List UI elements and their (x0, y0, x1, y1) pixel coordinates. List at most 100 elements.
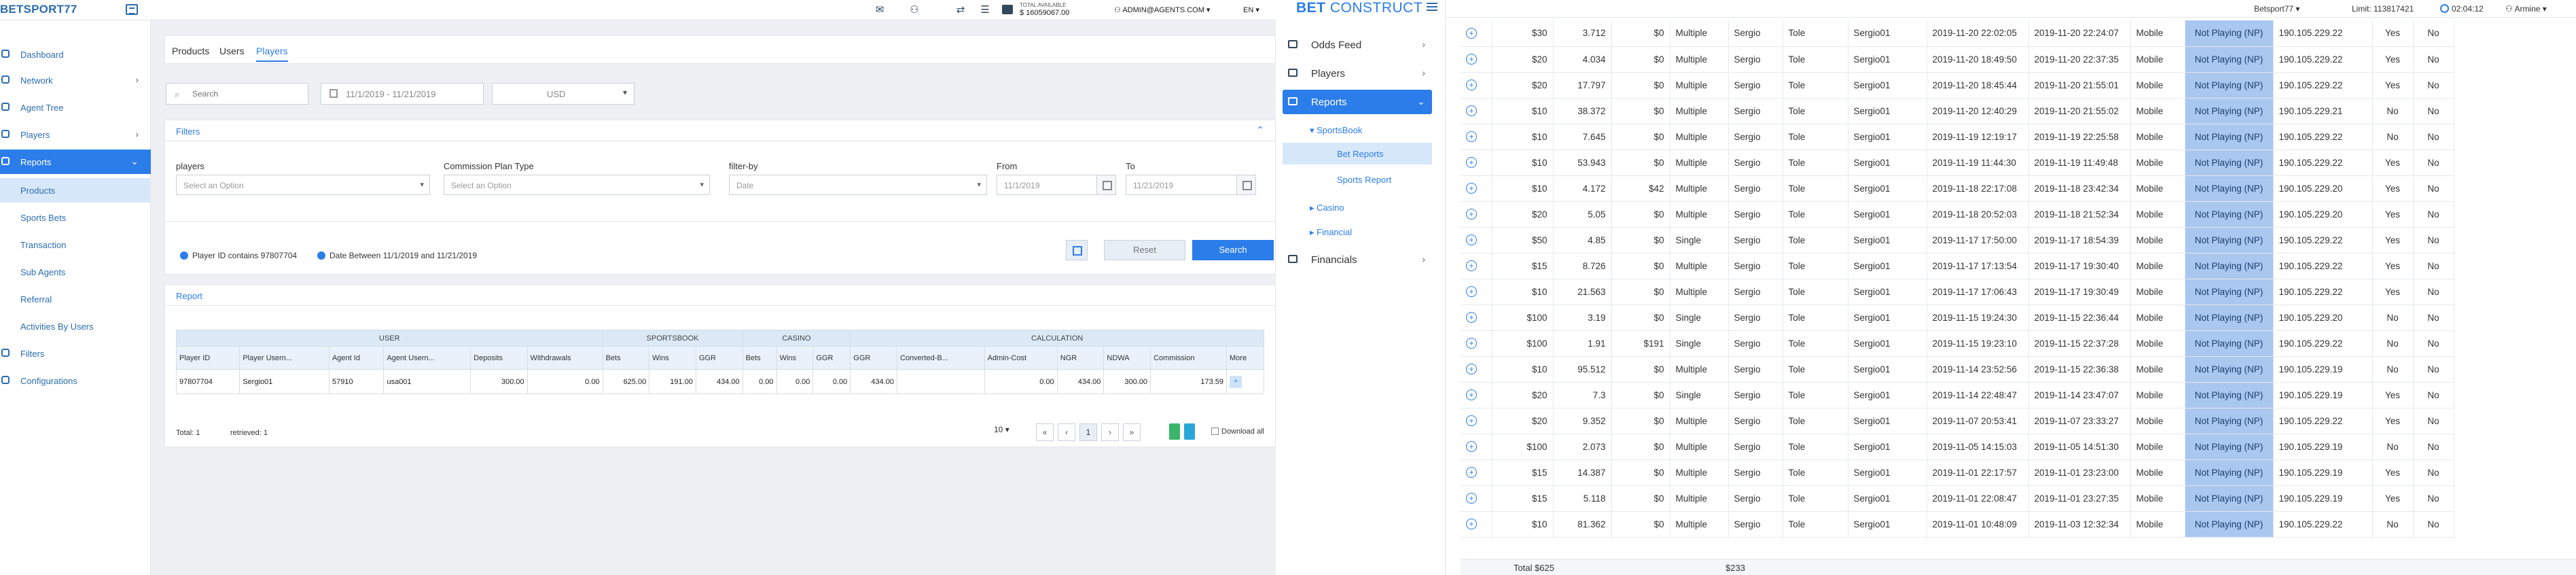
expand-row-icon[interactable]: + (1466, 493, 1477, 504)
bc-sub-sportsbook[interactable]: ▾ SportsBook (1310, 125, 1362, 136)
language-selector[interactable]: EN ▾ (1243, 5, 1259, 14)
expand-row-icon[interactable]: + (1466, 105, 1477, 116)
bc-sub-bet-reports[interactable]: Bet Reports (1283, 143, 1432, 164)
calendar-icon[interactable] (1096, 175, 1115, 194)
filterby-select[interactable]: Date ▾ (729, 175, 987, 195)
download-all-toggle[interactable]: Download all (1211, 428, 1264, 436)
table-row[interactable]: + $15 8.726 $0 Multiple Sergio Tole Sergio01 201… (1461, 253, 2454, 279)
sidebar-subitem-referral[interactable]: Referral (0, 287, 151, 311)
sidebar-subitem-transaction[interactable]: Transaction (0, 232, 151, 257)
tab-products[interactable]: Products (172, 46, 209, 56)
hamburger-icon[interactable] (1427, 3, 1437, 11)
transfer-icon[interactable]: ⇄ (954, 4, 967, 16)
sidebar-item-filters[interactable]: Filters (0, 341, 151, 366)
expand-row-icon[interactable]: + (1466, 441, 1477, 452)
table-row[interactable]: + $20 5.05 $0 Multiple Sergio Tole Sergio01 2019… (1461, 201, 2454, 228)
table-row[interactable]: + $15 14.387 $0 Multiple Sergio Tole Sergio01 20… (1461, 459, 2454, 486)
players-filter-select[interactable]: Select an Option ▾ (176, 175, 430, 195)
col-header[interactable]: Deposits (470, 346, 528, 370)
expand-row-icon[interactable]: + (1466, 234, 1477, 245)
reset-button[interactable]: Reset (1104, 240, 1185, 260)
search-input[interactable] (192, 88, 301, 100)
col-header[interactable]: Wins (776, 346, 814, 370)
to-date-field[interactable]: 11/21/2019 (1126, 175, 1256, 195)
col-header[interactable]: Withdrawals (526, 346, 603, 370)
expand-row-icon[interactable]: + (1466, 389, 1477, 400)
table-row[interactable]: + $20 4.034 $0 Multiple Sergio Tole Sergio01 201… (1461, 46, 2454, 73)
expand-row-icon[interactable]: + (1466, 260, 1477, 271)
col-header[interactable]: Bets (602, 346, 650, 370)
search-field[interactable]: ⌕ (166, 83, 308, 105)
bc-nav-financials[interactable]: Financials › (1283, 247, 1432, 272)
col-header[interactable]: Commission (1150, 346, 1227, 370)
expand-row-icon[interactable]: + (1466, 415, 1477, 426)
calendar-icon[interactable] (1236, 175, 1255, 194)
col-header[interactable]: NDWA (1103, 346, 1151, 370)
bc-sub-sports-report[interactable]: Sports Report (1283, 169, 1432, 190)
table-row[interactable]: + $100 3.19 $0 Single Sergio Tole Sergio01 2019-… (1461, 304, 2454, 331)
excel-export-icon[interactable] (1169, 423, 1180, 440)
expand-row-icon[interactable]: + (1466, 286, 1477, 297)
expand-row-icon[interactable]: + (1466, 183, 1477, 194)
col-header[interactable]: GGR (812, 346, 851, 370)
table-row[interactable]: + $10 81.362 $0 Multiple Sergio Tole Sergio01 20… (1461, 511, 2454, 538)
col-header[interactable]: Admin-Cost (984, 346, 1058, 370)
sidebar-item-configurations[interactable]: Configurations (0, 368, 151, 393)
expand-row-icon[interactable]: + (1466, 338, 1477, 349)
from-date-field[interactable]: 11/1/2019 (997, 175, 1116, 195)
table-row[interactable]: + $10 95.512 $0 Multiple Sergio Tole Sergio01 20… (1461, 356, 2454, 383)
last-page-button[interactable]: » (1123, 423, 1141, 441)
page-number[interactable]: 1 (1079, 423, 1097, 441)
sidebar-subitem-products[interactable]: Products (0, 178, 151, 203)
bc-nav-players[interactable]: Players › (1283, 61, 1432, 86)
tab-players[interactable]: Players (256, 46, 288, 62)
sidebar-item-network[interactable]: Network › (0, 68, 151, 92)
expand-row-icon[interactable]: + (1466, 364, 1477, 374)
table-row[interactable]: + $30 3.712 $0 Multiple Sergio Tole Sergio01 201… (1461, 20, 2454, 47)
sidebar-subitem-sports-bets[interactable]: Sports Bets (0, 205, 151, 230)
col-header[interactable]: GGR (695, 346, 743, 370)
table-row[interactable]: + $10 38.372 $0 Multiple Sergio Tole Sergio01 20… (1461, 98, 2454, 124)
close-icon[interactable] (317, 251, 325, 260)
table-row[interactable]: + $20 7.3 $0 Single Sergio Tole Sergio01 2019-11… (1461, 382, 2454, 408)
sidebar-item-dashboard[interactable]: Dashboard (0, 42, 151, 67)
expand-row-icon[interactable]: + (1466, 27, 1477, 39)
next-page-button[interactable]: › (1101, 423, 1119, 441)
more-button[interactable]: + (1230, 375, 1242, 388)
table-row[interactable]: + $100 2.073 $0 Multiple Sergio Tole Sergio01 20… (1461, 434, 2454, 460)
filter-chip-date[interactable]: Date Between 11/1/2019 and 11/21/2019 (317, 251, 477, 260)
sidebar-subitem-sub-agents[interactable]: Sub Agents (0, 260, 151, 284)
bc-nav-odds-feed[interactable]: Odds Feed › (1283, 33, 1432, 57)
sidebar-item-agent-tree[interactable]: Agent Tree (0, 95, 151, 120)
tab-users[interactable]: Users (219, 46, 245, 56)
user-menu[interactable]: ⚇ Armine ▾ (2505, 4, 2547, 14)
search-button[interactable]: Search (1192, 240, 1274, 260)
table-row[interactable]: + $50 4.85 $0 Single Sergio Tole Sergio01 2019-1… (1461, 227, 2454, 254)
list-icon[interactable]: ☰ (978, 4, 992, 16)
expand-row-icon[interactable]: + (1466, 80, 1477, 90)
expand-row-icon[interactable]: + (1466, 519, 1477, 529)
save-filter-button[interactable] (1066, 240, 1088, 260)
add-user-icon[interactable]: ⚇ (908, 4, 921, 16)
mail-icon[interactable]: ✉ (873, 4, 887, 16)
expand-row-icon[interactable]: + (1466, 157, 1477, 168)
table-row[interactable]: + $20 9.352 $0 Multiple Sergio Tole Sergio01 201… (1461, 408, 2454, 434)
col-header[interactable]: Player ID (175, 346, 240, 370)
table-row[interactable]: + $10 4.172 $42 Multiple Sergio Tole Sergio01 20… (1461, 175, 2454, 202)
col-header[interactable]: Agent Usern... (383, 346, 471, 370)
close-icon[interactable] (180, 251, 188, 260)
table-row[interactable]: + $100 1.91 $191 Single Sergio Tole Sergio01 201… (1461, 330, 2454, 357)
bc-nav-reports[interactable]: Reports ⌄ (1283, 90, 1432, 114)
balance-widget[interactable]: TOTAL AVAILABLE $ 16059067.00 (1002, 2, 1084, 18)
page-size-select[interactable]: 10 ▾ (994, 425, 1009, 434)
currency-select[interactable]: USD ▾ (492, 83, 634, 105)
admin-menu[interactable]: ⚇ ADMIN@AGENTS.COM ▾ (1114, 5, 1210, 14)
chevron-up-icon[interactable]: ⌃ (1256, 124, 1264, 136)
date-range-picker[interactable]: 11/1/2019 - 11/21/2019 (321, 83, 484, 105)
site-selector[interactable]: Betsport77 ▾ (2254, 4, 2300, 14)
sidebar-item-players[interactable]: Players › (0, 122, 151, 147)
checkbox[interactable] (1211, 428, 1219, 435)
col-header[interactable]: GGR (850, 346, 897, 370)
table-row[interactable]: + $20 17.797 $0 Multiple Sergio Tole Sergio01 20… (1461, 72, 2454, 99)
col-header[interactable]: Wins (649, 346, 696, 370)
